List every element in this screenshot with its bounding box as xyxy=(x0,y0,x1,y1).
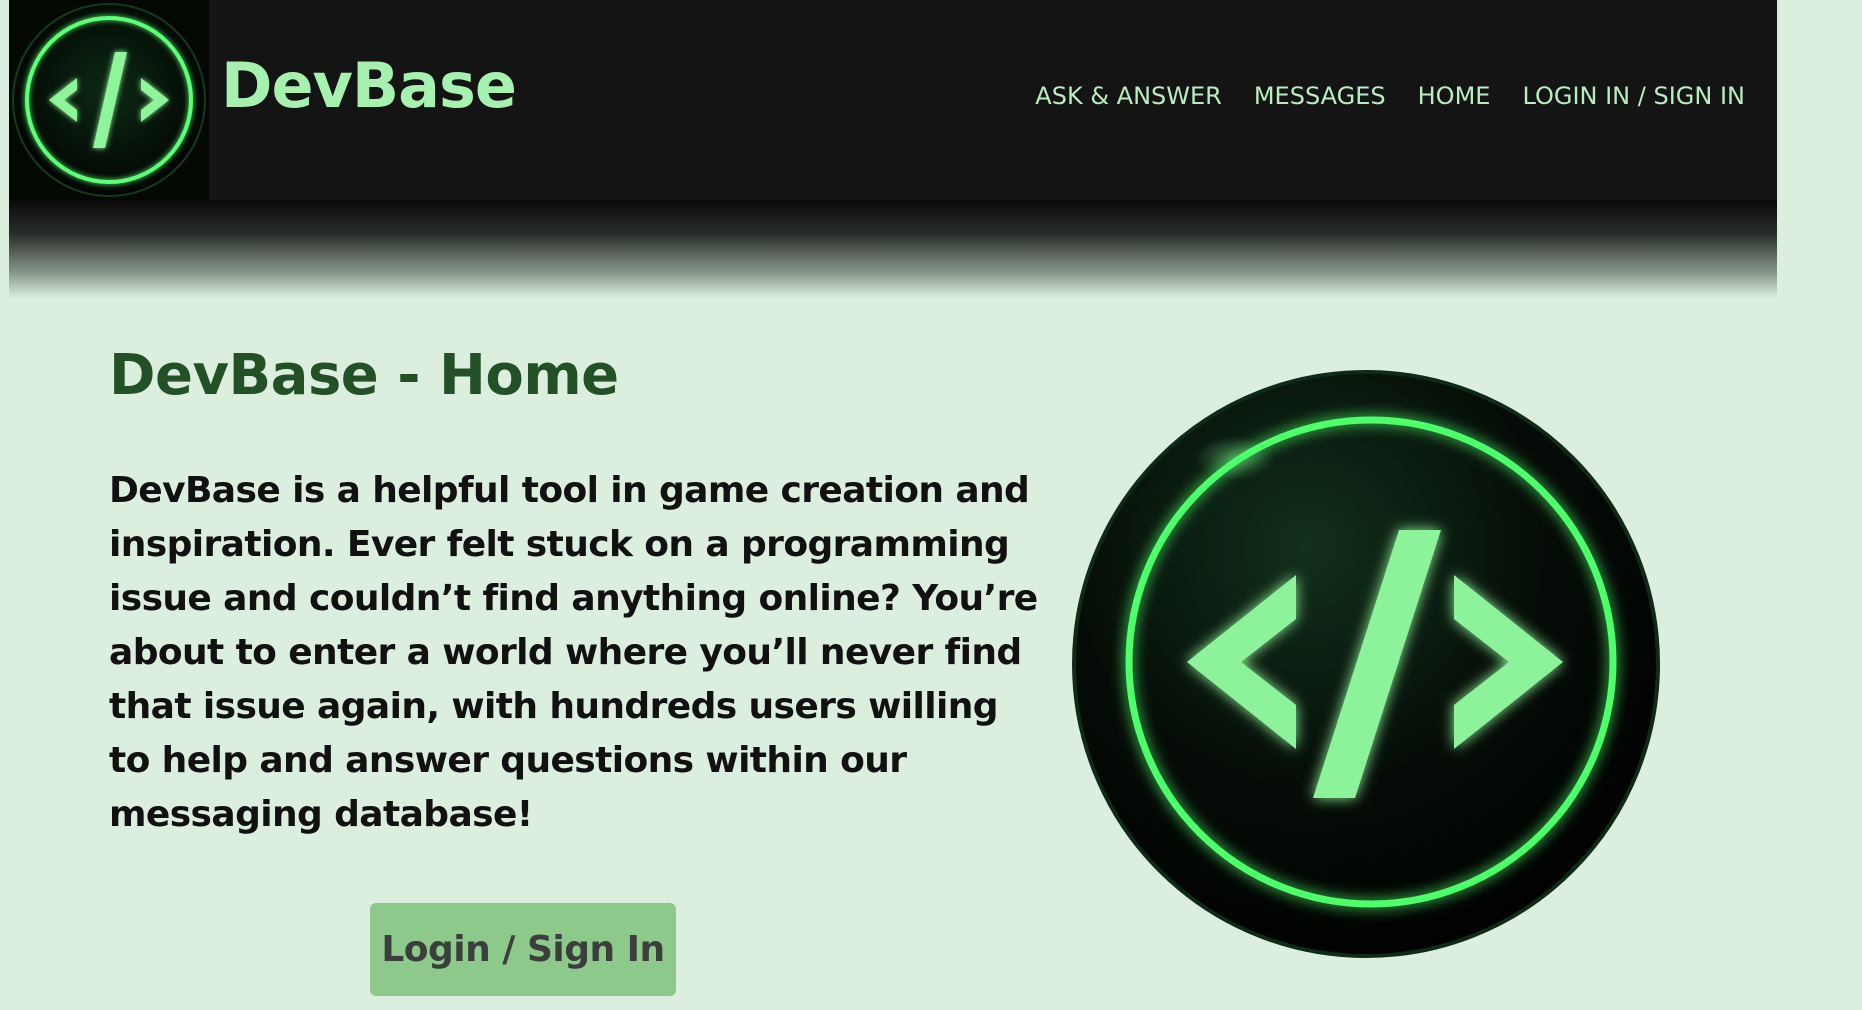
header-shadow xyxy=(9,200,1777,298)
site-header: DevBase ASK & ANSWER MESSAGES HOME LOGIN… xyxy=(9,0,1777,200)
main-nav: ASK & ANSWER MESSAGES HOME LOGIN IN / SI… xyxy=(1035,84,1745,108)
logo[interactable] xyxy=(9,0,209,200)
code-brackets-icon xyxy=(1072,370,1660,958)
login-sign-in-button[interactable]: Login / Sign In xyxy=(370,903,676,996)
brand-name[interactable]: DevBase xyxy=(221,55,517,117)
nav-messages[interactable]: MESSAGES xyxy=(1254,84,1386,108)
nav-home[interactable]: HOME xyxy=(1418,84,1491,108)
nav-login-sign-in[interactable]: LOGIN IN / SIGN IN xyxy=(1522,84,1745,108)
hero-logo xyxy=(1070,368,1662,960)
intro-paragraph: DevBase is a helpful tool in game creati… xyxy=(109,470,1038,835)
page: DevBase ASK & ANSWER MESSAGES HOME LOGIN… xyxy=(0,0,1862,1010)
page-title: DevBase - Home xyxy=(109,343,619,408)
code-brackets-icon xyxy=(12,3,206,197)
nav-ask-answer[interactable]: ASK & ANSWER xyxy=(1035,84,1222,108)
